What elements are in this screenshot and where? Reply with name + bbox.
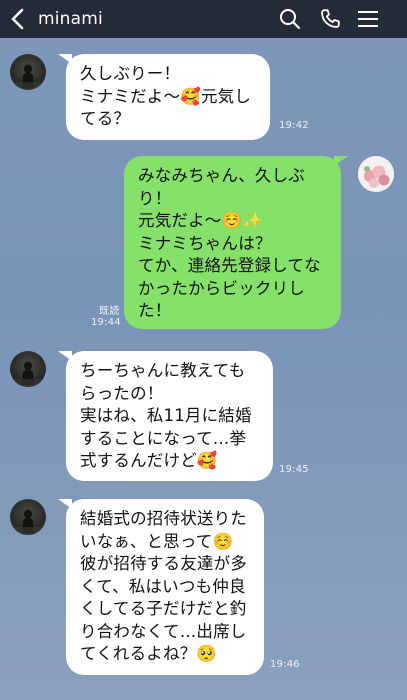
back-chevron-icon[interactable] [6, 7, 30, 31]
message-bubble-incoming[interactable]: 久しぶりー！ ミナミだよ〜🥰元気し てる？ [66, 54, 270, 140]
user-avatar[interactable] [358, 156, 394, 192]
message-time: 19:44 [91, 317, 121, 328]
chat-area[interactable]: 久しぶりー！ ミナミだよ〜🥰元気し てる？ 19:42 みなみちゃん、久しぶ り… [0, 38, 407, 700]
contact-avatar[interactable] [10, 54, 46, 90]
message-time: 19:45 [279, 464, 309, 475]
phone-icon[interactable] [318, 7, 342, 31]
message-bubble-outgoing[interactable]: みなみちゃん、久しぶ り！ 元気だよ〜☺️✨ ミナミちゃんは？ てか、連絡先登録… [124, 156, 341, 329]
chat-header: minami [0, 0, 407, 38]
message-bubble-incoming[interactable]: ちーちゃんに教えても らったの！ 実はね、私11月に結婚 することになって…挙 … [66, 351, 273, 481]
contact-avatar[interactable] [10, 499, 46, 535]
read-receipt: 既読 [99, 306, 120, 317]
menu-icon[interactable] [356, 7, 380, 31]
message-time: 19:46 [270, 659, 300, 670]
message-bubble-incoming[interactable]: 結婚式の招待状送りた いなぁ、と思って☺️ 彼が招待する友達が多 くて、私はいつ… [66, 499, 264, 675]
search-icon[interactable] [278, 7, 302, 31]
message-time: 19:42 [279, 120, 309, 131]
contact-avatar[interactable] [10, 351, 46, 387]
chat-title: minami [38, 9, 103, 29]
